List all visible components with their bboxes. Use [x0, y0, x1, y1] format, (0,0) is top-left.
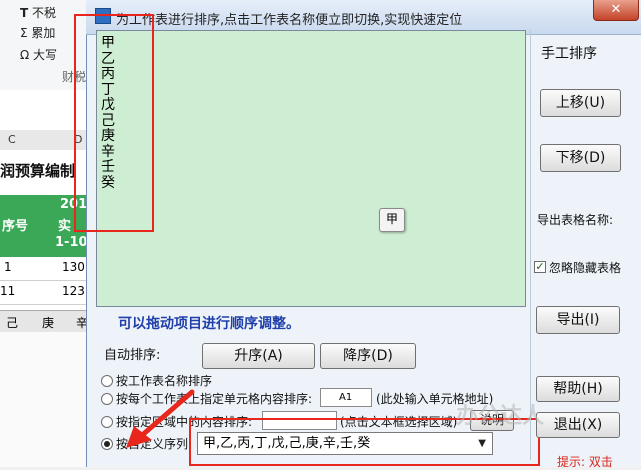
descending-button[interactable]: 降序(D)	[320, 343, 416, 369]
sheet-lower-area	[0, 332, 93, 467]
ribbon-merge[interactable]: Σ 累加	[20, 24, 55, 41]
help-button[interactable]: 帮助(H)	[536, 376, 620, 402]
radio-sort-by-range[interactable]	[101, 416, 113, 428]
red-arrow-icon	[126, 389, 195, 448]
divider	[530, 30, 531, 460]
radio-sort-by-cell[interactable]	[101, 393, 113, 405]
watermark: 办公达人	[456, 404, 545, 429]
ignore-hidden-checkbox[interactable]: ✓	[534, 261, 546, 273]
drag-hint: 可以拖动项目进行顺序调整。	[118, 316, 300, 332]
move-down-button[interactable]: 下移(D)	[540, 144, 621, 172]
col-c[interactable]: C	[8, 133, 16, 146]
ignore-hidden-label: 忽略隐藏表格	[549, 261, 622, 275]
drag-item[interactable]: 甲	[379, 208, 405, 232]
tip-text: 提示: 双击	[557, 455, 613, 469]
radio-sort-by-name[interactable]	[101, 375, 113, 387]
table-row[interactable]: 11 123	[0, 280, 92, 305]
exit-button[interactable]: 退出(X)	[536, 412, 620, 438]
highlight-box-list	[74, 14, 154, 232]
export-button[interactable]: 导出(I)	[536, 306, 620, 334]
manual-sort-label: 手工排序	[541, 46, 597, 62]
sheet-list[interactable]	[96, 30, 526, 307]
tab-geng[interactable]: 庚	[42, 314, 54, 331]
auto-sort-label: 自动排序:	[104, 348, 161, 363]
sheet-tabs: 己 庚 辛	[0, 310, 92, 333]
tab-ji[interactable]: 己	[6, 314, 18, 331]
dialog-title: 为工作表进行排序,点击工作表名称便立即切换,实现快速定位	[116, 13, 463, 28]
export-label: 导出表格名称:	[537, 213, 614, 227]
ribbon-bigger[interactable]: Ω 大写	[20, 46, 57, 63]
radio-custom-list[interactable]	[101, 438, 113, 450]
cell-ref-input[interactable]: A1	[320, 388, 372, 407]
sheet-title: 润预算编制	[0, 162, 76, 180]
close-button[interactable]: ✕	[593, 0, 639, 21]
ascending-button[interactable]: 升序(A)	[202, 343, 315, 369]
table-row[interactable]: 1 130	[0, 256, 92, 281]
move-up-button[interactable]: 上移(U)	[540, 89, 621, 117]
ribbon-wrap[interactable]: T 不税	[20, 4, 56, 21]
